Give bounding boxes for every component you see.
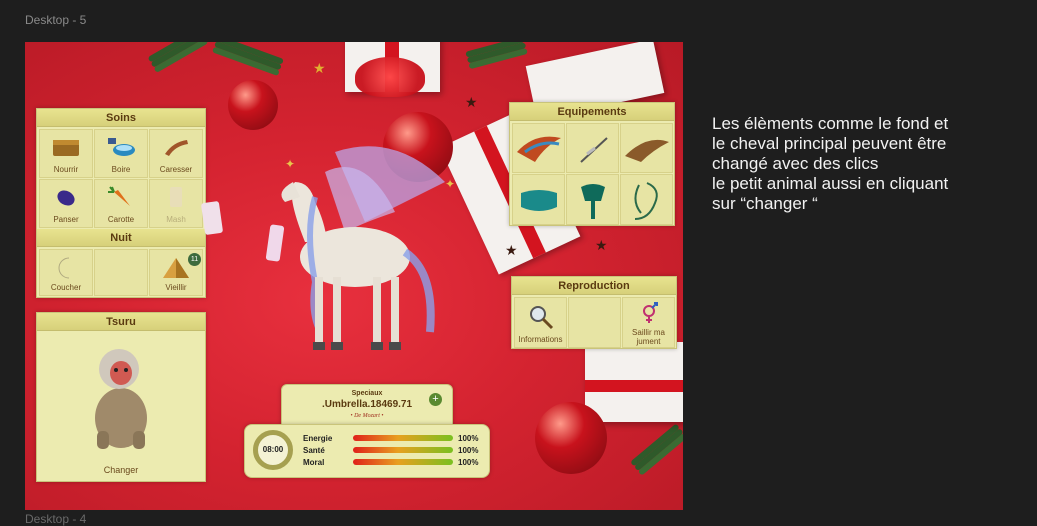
saddle-pad-icon (521, 190, 557, 211)
informations-label: Informations (518, 335, 563, 344)
star-decoration: ★ (465, 94, 478, 110)
gender-icon (642, 302, 658, 323)
pine-branch (465, 42, 525, 58)
equipment-slot-wings[interactable] (512, 123, 565, 173)
game-canvas[interactable]: ★ ★ ★ ★ ✦ ✦ Soins Nourrir Boire Caresser… (25, 42, 683, 510)
star-decoration: ★ (505, 242, 518, 258)
reproduction-title: Reproduction (512, 277, 676, 295)
stat-label: Moral (303, 458, 325, 467)
water-bowl-icon (108, 138, 135, 156)
time-ring: 08:00 (253, 430, 293, 470)
nourrir-button[interactable]: Nourrir (39, 129, 93, 178)
equipment-slot-feathers[interactable] (620, 123, 673, 173)
vieillir-button[interactable]: 11 Vieillir (149, 249, 203, 296)
empty-slot (568, 297, 621, 348)
pine-branch (630, 423, 680, 467)
stat-label: Energie (303, 434, 333, 443)
soins-title: Soins (37, 109, 205, 127)
star-decoration: ★ (595, 237, 608, 253)
caresser-button[interactable]: Caresser (149, 129, 203, 178)
horse-category: Speciaux (351, 390, 383, 397)
pine-branch (216, 42, 284, 65)
pyramid-icon (163, 258, 189, 278)
stat-label: Santé (303, 446, 325, 455)
mash-bag-icon (200, 200, 224, 236)
panser-label: Panser (53, 215, 79, 224)
equipment-slot-saddle-pad[interactable] (512, 174, 565, 225)
ribbon-bow (355, 57, 425, 97)
gift-box (585, 342, 683, 422)
stat-row-energie: Energie 100% (303, 434, 478, 443)
mash-label: Mash (166, 215, 186, 224)
coucher-label: Coucher (50, 283, 82, 292)
brush-icon (165, 140, 188, 156)
wings-icon (517, 136, 561, 162)
saddle-icon (581, 184, 605, 219)
pine-branch (147, 42, 203, 63)
carotte-button[interactable]: Carotte (94, 179, 148, 228)
annotation-text: Les élèments comme le fond et le cheval … (712, 114, 949, 213)
sante-bar (353, 447, 453, 453)
grooming-brush-icon (57, 190, 75, 206)
change-companion-button[interactable]: Changer (37, 465, 205, 475)
breed-mare-label: Saillir ma jument (632, 328, 665, 346)
companion-title: Tsuru (37, 313, 205, 331)
magnifier-icon (529, 306, 553, 330)
stats-panel: 08:00 Energie 100% Santé 100% Moral 100% (244, 424, 490, 478)
boire-button[interactable]: Boire (94, 129, 148, 178)
monkey-icon (95, 349, 147, 449)
stat-value: 100% (458, 458, 479, 467)
informations-button[interactable]: Informations (514, 297, 567, 348)
add-icon[interactable]: + (429, 393, 442, 406)
hay-icon (53, 140, 79, 156)
whip-icon (580, 137, 608, 163)
soins-panel: Soins Nourrir Boire Caresser Panser Caro… (36, 108, 206, 298)
vieillir-label: Vieillir (165, 283, 187, 292)
caresser-label: Caresser (159, 165, 193, 174)
stat-value: 100% (458, 446, 479, 455)
mash-bag-icon (170, 187, 182, 207)
equipment-slot-whip[interactable] (566, 123, 619, 173)
moon-icon (58, 257, 70, 279)
vieillir-count-badge: 11 (188, 253, 201, 266)
star-decoration: ★ (313, 60, 326, 76)
panser-button[interactable]: Panser (39, 179, 93, 228)
ornament-bauble (535, 402, 607, 474)
ornament-bauble (228, 80, 278, 130)
breed-mare-button[interactable]: Saillir ma jument (622, 297, 675, 348)
horse-name: .Umbrella.18469.71 (321, 399, 413, 410)
stat-row-moral: Moral 100% (303, 458, 478, 467)
stat-row-sante: Santé 100% (303, 446, 478, 455)
energie-bar (353, 435, 453, 441)
equipment-title: Equipements (510, 103, 674, 121)
reproduction-panel: Reproduction Informations Saillir ma jum… (511, 276, 677, 349)
equipment-slot-bridle[interactable] (620, 174, 673, 225)
mash-button[interactable]: Mash (149, 179, 203, 228)
equipment-slot-saddle[interactable] (566, 174, 619, 225)
carotte-label: Carotte (107, 215, 135, 224)
frame-title: Desktop - 5 (25, 13, 87, 27)
coucher-button[interactable]: Coucher (39, 249, 93, 296)
boire-label: Boire (111, 165, 131, 174)
equipment-panel: Equipements (509, 102, 675, 226)
moral-bar (353, 459, 453, 465)
carrot-icon (108, 186, 130, 206)
main-horse[interactable] (255, 142, 455, 362)
companion-panel: Tsuru Changer (36, 312, 206, 482)
stat-value: 100% (458, 434, 479, 443)
nuit-title: Nuit (37, 229, 205, 247)
game-time: 08:00 (262, 445, 284, 454)
bridle-icon (634, 182, 658, 220)
wing-feathers-icon (625, 139, 669, 162)
empty-slot (94, 249, 148, 296)
horse-subtitle: • De Mozart • (350, 413, 384, 419)
nourrir-label: Nourrir (53, 165, 79, 174)
next-frame-title: Desktop - 4 (25, 512, 87, 526)
